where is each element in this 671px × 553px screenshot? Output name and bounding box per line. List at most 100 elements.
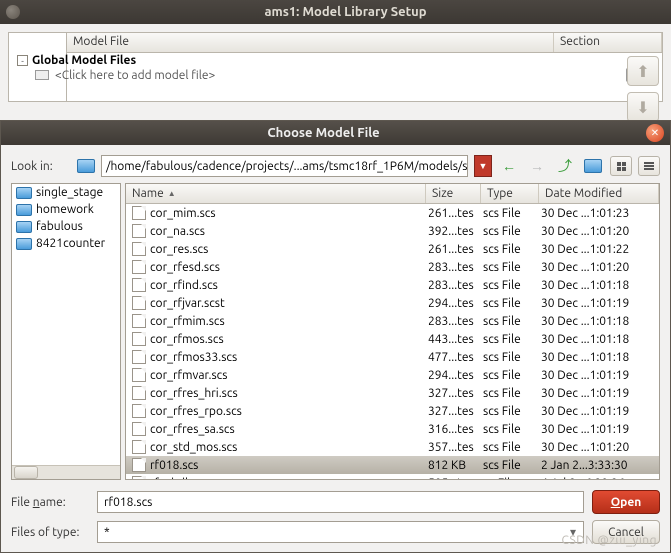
place-item[interactable]: homework [12,201,120,218]
place-label: fabulous [36,220,83,233]
watermark: CSDN @zui_ying [561,534,657,547]
checkbox-icon[interactable] [35,70,49,80]
tree-root-row[interactable]: - Global Model Files [13,53,662,68]
file-size: 261...tes [424,243,479,256]
file-row[interactable]: cor_rfind.scs283...tesscs File30 Dec ...… [126,276,659,294]
file-date: 30 Dec ...1:01:20 [537,441,657,454]
file-type: scs File [479,297,537,310]
file-icon [132,260,146,274]
file-type: scs File [479,315,537,328]
folder-icon [16,204,32,216]
file-row[interactable]: cor_mim.scs261...tesscs File30 Dec ...1:… [126,204,659,222]
filetype-label: Files of type: [11,526,89,539]
place-item[interactable]: 8421counter [12,235,120,252]
nav-up-icon[interactable]: ⤴ [554,156,576,176]
file-type: scs File [479,405,537,418]
place-label: single_stage [36,186,103,199]
folder-icon [16,238,32,250]
col-section[interactable]: Section [554,33,662,52]
main-title: ams1: Model Library Setup [20,5,671,19]
open-button[interactable]: Open [592,490,660,514]
side-buttons: ⬆ ⬇ [627,56,659,122]
file-name: cor_rfmos33.scs [150,351,237,364]
file-row[interactable]: cor_rfres_rpo.scs327...tesscs File30 Dec… [126,402,659,420]
file-size: 283...tes [424,279,479,292]
path-input[interactable]: /home/fabulous/cadence/projects/...ams/t… [101,155,468,177]
file-row[interactable]: cor_rfres_hri.scs327...tesscs File30 Dec… [126,384,659,402]
file-size: 294...tes [424,297,479,310]
file-type: scs File [479,279,537,292]
col-model-file[interactable]: Model File [67,33,554,52]
file-icon [132,476,146,479]
file-size: 283...tes [424,261,479,274]
file-row[interactable]: cor_na.scs392...tesscs File30 Dec ...1:0… [126,222,659,240]
close-icon[interactable] [6,5,20,19]
place-item[interactable]: single_stage [12,184,120,201]
file-list[interactable]: cor_mim.scs261...tesscs File30 Dec ...1:… [126,204,659,479]
filetype-combo[interactable]: *▾ [97,521,584,543]
file-size: 443...tes [424,333,479,346]
view-icons-button[interactable] [610,156,632,176]
file-row[interactable]: cor_std_mos.scs357...tesscs File30 Dec .… [126,438,659,456]
file-row[interactable]: cor_rfjvar.scst294...tesscs File30 Dec .… [126,294,659,312]
file-dialog: Choose Model File ✕ Look in: /home/fabul… [0,120,671,553]
file-size: 283...tes [424,315,479,328]
file-date: 4 Jul 2...6:20:26 [537,477,657,480]
file-icon [132,404,146,418]
new-folder-icon[interactable] [582,156,604,176]
file-icon [132,206,146,220]
file-row[interactable]: cor_rfres_sa.scs316...tesscs File30 Dec … [126,420,659,438]
move-up-button[interactable]: ⬆ [627,56,659,86]
file-icon [132,458,146,472]
file-pane: Name▲ Size Type Date Modified cor_mim.sc… [125,183,660,480]
file-name: cor_rfmim.scs [150,315,225,328]
file-row[interactable]: rf018.scs812 KBscs File2 Jan 2...3:33:30 [126,456,659,474]
lookin-row: Look in: /home/fabulous/cadence/projects… [1,145,670,183]
filename-input[interactable] [97,491,584,513]
file-size: 357...tes [424,441,479,454]
file-name: rf_ahdl.va [150,477,203,480]
file-row[interactable]: cor_res.scs261...tesscs File30 Dec ...1:… [126,240,659,258]
places-scrollbar[interactable] [12,465,120,479]
file-type: scs File [479,225,537,238]
col-size[interactable]: Size [426,184,481,203]
view-list-button[interactable] [638,156,660,176]
main-titlebar: ams1: Model Library Setup [0,0,671,24]
tree-collapse-icon[interactable]: - [17,55,28,66]
file-type: scs File [479,261,537,274]
move-down-button[interactable]: ⬇ [627,92,659,122]
file-name: cor_rfres_rpo.scs [150,405,242,418]
file-date: 30 Dec ...1:01:18 [537,315,657,328]
path-dropdown-icon[interactable]: ▼ [474,155,492,177]
file-type: va File [479,477,537,480]
file-row[interactable]: cor_rfesd.scs283...tesscs File30 Dec ...… [126,258,659,276]
file-row[interactable]: cor_rfmos33.scs477...tesscs File30 Dec .… [126,348,659,366]
file-type: scs File [479,387,537,400]
file-name: cor_na.scs [150,225,205,238]
folder-icon [77,159,95,173]
file-row[interactable]: rf_ahdl.va505...tesva File4 Jul 2...6:20… [126,474,659,479]
col-date[interactable]: Date Modified [539,184,659,203]
file-type: scs File [479,351,537,364]
file-size: 392...tes [424,225,479,238]
file-name: cor_rfind.scs [150,279,218,292]
file-row[interactable]: cor_rfmim.scs 283...tesscs File30 Dec ...… [126,312,659,330]
file-name: cor_mim.scs [150,207,216,220]
dialog-close-icon[interactable]: ✕ [646,124,664,142]
file-date: 30 Dec ...1:01:23 [537,207,657,220]
file-row[interactable]: cor_rfmvar.scs294...tesscs File30 Dec ..… [126,366,659,384]
place-item[interactable]: fabulous [12,218,120,235]
nav-back-icon[interactable]: ← [498,156,520,176]
file-icon [132,422,146,436]
mls-body: Model File Section - Global Model Files … [0,24,671,106]
file-name: cor_rfres_sa.scs [150,423,235,436]
filename-row: File name: Open [11,490,660,514]
file-type: scs File [479,333,537,346]
col-name[interactable]: Name▲ [126,184,426,203]
file-row[interactable]: cor_rfmos.scs443...tesscs File30 Dec ...… [126,330,659,348]
folder-icon [16,187,32,199]
file-header: Name▲ Size Type Date Modified [126,184,659,204]
col-type[interactable]: Type [481,184,539,203]
file-date: 30 Dec ...1:01:22 [537,243,657,256]
add-model-row[interactable]: <Click here to add model file> ... [13,68,662,82]
